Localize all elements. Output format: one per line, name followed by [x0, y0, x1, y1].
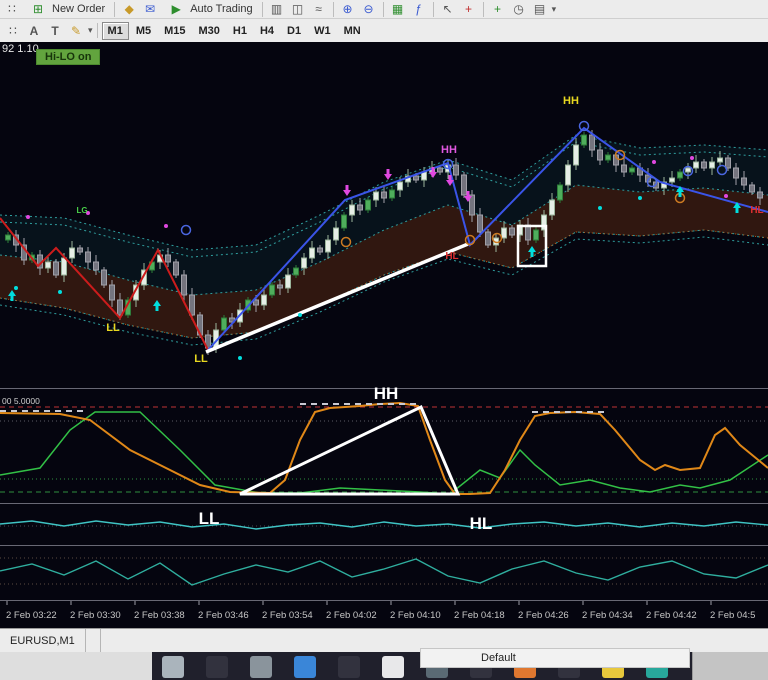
new-order-label: New Order	[52, 3, 106, 15]
auto-trading-play-icon: ▶	[171, 2, 181, 16]
shapes-dropdown-caret[interactable]: ▾	[88, 25, 93, 36]
svg-text:HL: HL	[750, 205, 763, 216]
svg-text:2 Feb 04:10: 2 Feb 04:10	[390, 610, 441, 621]
timeframe-d1[interactable]: D1	[281, 22, 307, 40]
svg-text:LL: LL	[194, 353, 208, 365]
taskbar-app-icon[interactable]	[162, 656, 184, 678]
timeframe-m1[interactable]: M1	[101, 21, 129, 40]
candlestick-chart-icon[interactable]: ◫	[288, 1, 308, 17]
grid-config-icon[interactable]: ∷	[3, 23, 23, 39]
timeframe-m5[interactable]: M5	[130, 22, 157, 40]
toolbar-grip-icon[interactable]: ∷	[2, 1, 22, 17]
timeframe-w1[interactable]: W1	[308, 22, 337, 40]
data-window-icon[interactable]: ✉	[140, 1, 160, 17]
svg-text:2 Feb 04:42: 2 Feb 04:42	[646, 610, 697, 621]
svg-text:2 Feb 03:38: 2 Feb 03:38	[134, 610, 185, 621]
svg-text:2 Feb 04:18: 2 Feb 04:18	[454, 610, 505, 621]
toolbar-separator	[432, 1, 434, 17]
mt4-window: ∷ ⊞ New Order ◆ ✉ ▶ Auto Trading ▥ ◫ ≈ ⊕…	[0, 0, 768, 680]
svg-text:HL: HL	[470, 514, 493, 533]
svg-text:2 Feb 04:26: 2 Feb 04:26	[518, 610, 569, 621]
timeframe-m15[interactable]: M15	[158, 22, 191, 40]
toolbar-separator	[382, 1, 384, 17]
svg-text:HH: HH	[374, 384, 399, 403]
svg-text:HL: HL	[445, 251, 458, 262]
svg-text:2 Feb 03:54: 2 Feb 03:54	[262, 610, 313, 621]
auto-trading-button[interactable]: ▶ Auto Trading	[161, 1, 257, 17]
tile-windows-icon[interactable]: ▦	[388, 1, 408, 17]
svg-text:LL: LL	[106, 322, 120, 334]
indicators-icon[interactable]: ƒ	[409, 1, 429, 17]
auto-trading-label: Auto Trading	[190, 3, 253, 15]
new-order-icon: ⊞	[32, 2, 44, 16]
symbol-period-tab[interactable]: EURUSD,M1	[0, 629, 86, 653]
profile-label: Default	[481, 652, 516, 664]
text-tool-icon[interactable]: A	[24, 23, 44, 39]
add-indicator-icon[interactable]: +	[488, 1, 508, 17]
svg-text:2 Feb 03:46: 2 Feb 03:46	[198, 610, 249, 621]
profile-indicator[interactable]: Default	[420, 648, 690, 668]
svg-text:2 Feb 03:22: 2 Feb 03:22	[6, 610, 57, 621]
timeframe-m30[interactable]: M30	[193, 22, 226, 40]
timeframe-h4[interactable]: H4	[254, 22, 280, 40]
line-chart-icon[interactable]: ≈	[309, 1, 329, 17]
timeframe-mn[interactable]: MN	[338, 22, 367, 40]
taskbar-app-icon[interactable]	[250, 656, 272, 678]
toolbar-separator	[114, 1, 116, 17]
expert-advisors-icon[interactable]: ◆	[119, 1, 139, 17]
taskbar-tray-area[interactable]	[692, 652, 768, 680]
status-separator	[99, 629, 101, 653]
toolbar-standard: ∷ ⊞ New Order ◆ ✉ ▶ Auto Trading ▥ ◫ ≈ ⊕…	[0, 0, 768, 19]
svg-text:2 Feb 04:02: 2 Feb 04:02	[326, 610, 377, 621]
svg-text:2 Feb 04:34: 2 Feb 04:34	[582, 610, 633, 621]
svg-text:HH: HH	[441, 144, 457, 156]
zoom-in-icon[interactable]: ⊕	[338, 1, 358, 17]
text-label-tool-icon[interactable]: T	[45, 23, 65, 39]
chart-area[interactable]: 92 1.10 Hi-LO on 00 5.0000 2 Feb 03:22 2 F…	[0, 42, 768, 628]
zoom-out-icon[interactable]: ⊖	[359, 1, 379, 17]
toolbar-separator	[332, 1, 334, 17]
taskbar-app-icon[interactable]	[382, 656, 404, 678]
taskbar-app-icon[interactable]	[338, 656, 360, 678]
toolbar-separator	[261, 1, 263, 17]
crosshair-icon[interactable]: +	[459, 1, 479, 17]
templates-icon[interactable]: ▤	[530, 1, 550, 17]
templates-dropdown-caret[interactable]: ▾	[552, 4, 557, 15]
timeframe-h1[interactable]: H1	[227, 22, 253, 40]
svg-text:2 Feb 04:5: 2 Feb 04:5	[710, 610, 755, 621]
shapes-tool-icon[interactable]: ✎	[66, 23, 86, 39]
svg-text:00 5.0000: 00 5.0000	[2, 396, 40, 406]
toolbar-separator	[482, 1, 484, 17]
svg-text:HH: HH	[563, 95, 579, 107]
taskbar-app-icon[interactable]	[294, 656, 316, 678]
svg-text:LL: LL	[199, 509, 220, 528]
toolbar-charts: ∷ A T ✎ ▾ M1 M5 M15 M30 H1 H4 D1 W1 MN	[0, 19, 768, 43]
svg-text:2 Feb 03:30: 2 Feb 03:30	[70, 610, 121, 621]
svg-text:LG: LG	[76, 206, 87, 215]
new-order-button[interactable]: ⊞ New Order	[23, 1, 110, 17]
chart-canvas[interactable]: 00 5.0000 2 Feb 03:22 2 Feb 03:30 2 Feb 03:…	[0, 42, 768, 628]
taskbar-app-icon[interactable]	[206, 656, 228, 678]
period-clock-icon[interactable]: ◷	[509, 1, 529, 17]
cursor-icon[interactable]: ↖	[438, 1, 458, 17]
bar-chart-icon[interactable]: ▥	[267, 1, 287, 17]
toolbar-separator	[96, 23, 98, 38]
